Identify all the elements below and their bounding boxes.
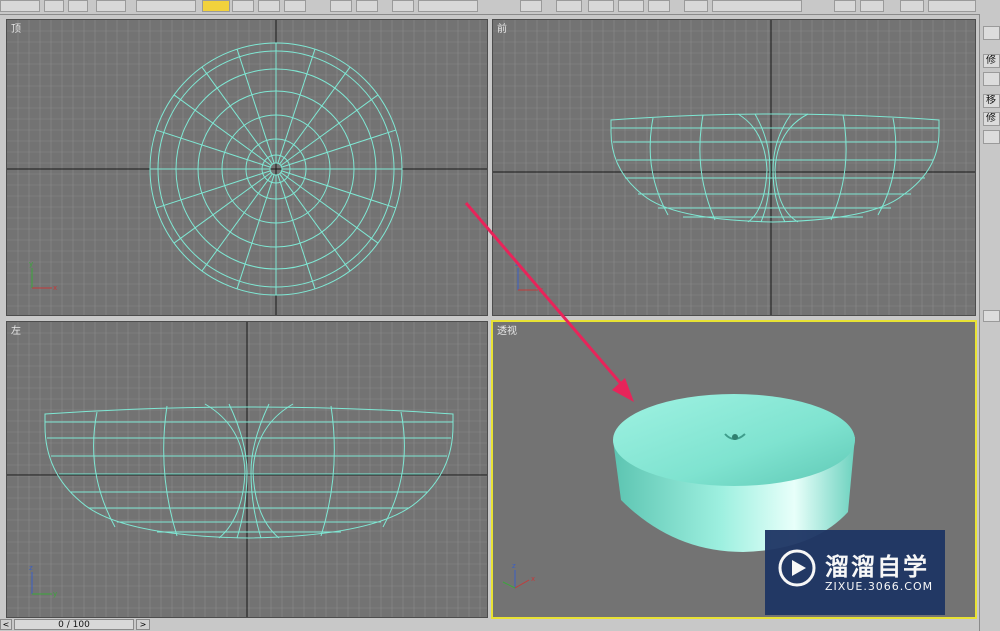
viewport-left[interactable]: 左 z y (6, 321, 488, 618)
angle-snap-icon[interactable] (588, 0, 614, 12)
watermark: 溜溜自学 ZIXUE.3066.COM (765, 530, 945, 615)
cmd-tab-4[interactable] (983, 130, 1000, 144)
snap-icon[interactable] (556, 0, 582, 12)
viewport-top[interactable]: 顶 y x (6, 19, 488, 316)
time-slider-thumb[interactable]: 0 / 100 (14, 619, 134, 630)
svg-text:z: z (515, 260, 519, 268)
unlink-icon[interactable] (44, 0, 64, 12)
watermark-title: 溜溜自学 (825, 553, 929, 581)
svg-text:y: y (29, 260, 33, 268)
material-editor-icon[interactable] (900, 0, 924, 12)
cmd-tab-create[interactable] (983, 26, 1000, 40)
axis-gizmo: z x (515, 260, 543, 294)
named-selection-set-dropdown[interactable] (712, 0, 802, 12)
main-toolbar (0, 0, 1000, 15)
svg-text:z: z (512, 562, 516, 570)
bind-icon[interactable] (68, 0, 88, 12)
viewport-label-top[interactable]: 顶 (11, 24, 21, 35)
scale-icon[interactable] (392, 0, 414, 12)
filter-dropdown[interactable] (96, 0, 126, 12)
render-icon[interactable] (928, 0, 976, 12)
prev-frame-button[interactable]: < (0, 619, 12, 630)
select-region-icon[interactable] (258, 0, 280, 12)
svg-text:z: z (29, 564, 33, 572)
named-selection-icon[interactable] (684, 0, 708, 12)
svg-text:y: y (53, 590, 57, 598)
svg-text:x: x (53, 284, 57, 292)
reference-coordinate-dropdown[interactable] (418, 0, 478, 12)
scroll-up-button[interactable] (983, 310, 1000, 322)
axis-gizmo: z x (502, 562, 535, 589)
front-view-scene: z x (493, 20, 975, 315)
spinner-snap-icon[interactable] (648, 0, 670, 12)
mirror-icon[interactable] (834, 0, 856, 12)
select-icon[interactable] (202, 0, 230, 12)
link-icon[interactable] (0, 0, 40, 12)
select-by-name-icon[interactable] (232, 0, 254, 12)
selection-filter-dropdown[interactable] (136, 0, 196, 12)
viewport-label-perspective[interactable]: 透视 (497, 326, 517, 337)
watermark-subtitle: ZIXUE.3066.COM (825, 580, 934, 593)
percent-snap-icon[interactable] (618, 0, 644, 12)
rotate-icon[interactable] (356, 0, 378, 12)
time-slider[interactable]: < 0 / 100 > (0, 619, 979, 631)
grid (493, 20, 975, 315)
watermark-logo-icon (778, 549, 816, 587)
cmd-tab-modify[interactable]: 修 (983, 54, 1000, 68)
torus-shaded (613, 394, 855, 552)
window-crossing-icon[interactable] (284, 0, 306, 12)
viewport-label-front[interactable]: 前 (497, 24, 507, 35)
next-frame-button[interactable]: > (136, 619, 150, 630)
pivot-icon[interactable] (520, 0, 542, 12)
viewport-label-left[interactable]: 左 (11, 326, 21, 337)
viewport-front[interactable]: 前 z x (492, 19, 976, 316)
command-panel: 修 移 修 (979, 14, 1000, 631)
cmd-tab-modify-2[interactable]: 修 (983, 112, 1000, 126)
axis-gizmo: y x (29, 260, 57, 292)
move-icon[interactable] (330, 0, 352, 12)
left-view-scene: z y (7, 322, 487, 617)
svg-text:x: x (531, 575, 535, 583)
cmd-tab-move[interactable]: 移 (983, 94, 1000, 108)
align-icon[interactable] (860, 0, 884, 12)
grid (7, 20, 487, 315)
top-view-scene: y x (7, 20, 487, 315)
axis-gizmo: z y (29, 564, 57, 598)
svg-text:x: x (539, 286, 543, 294)
cmd-tab-1[interactable] (983, 72, 1000, 86)
